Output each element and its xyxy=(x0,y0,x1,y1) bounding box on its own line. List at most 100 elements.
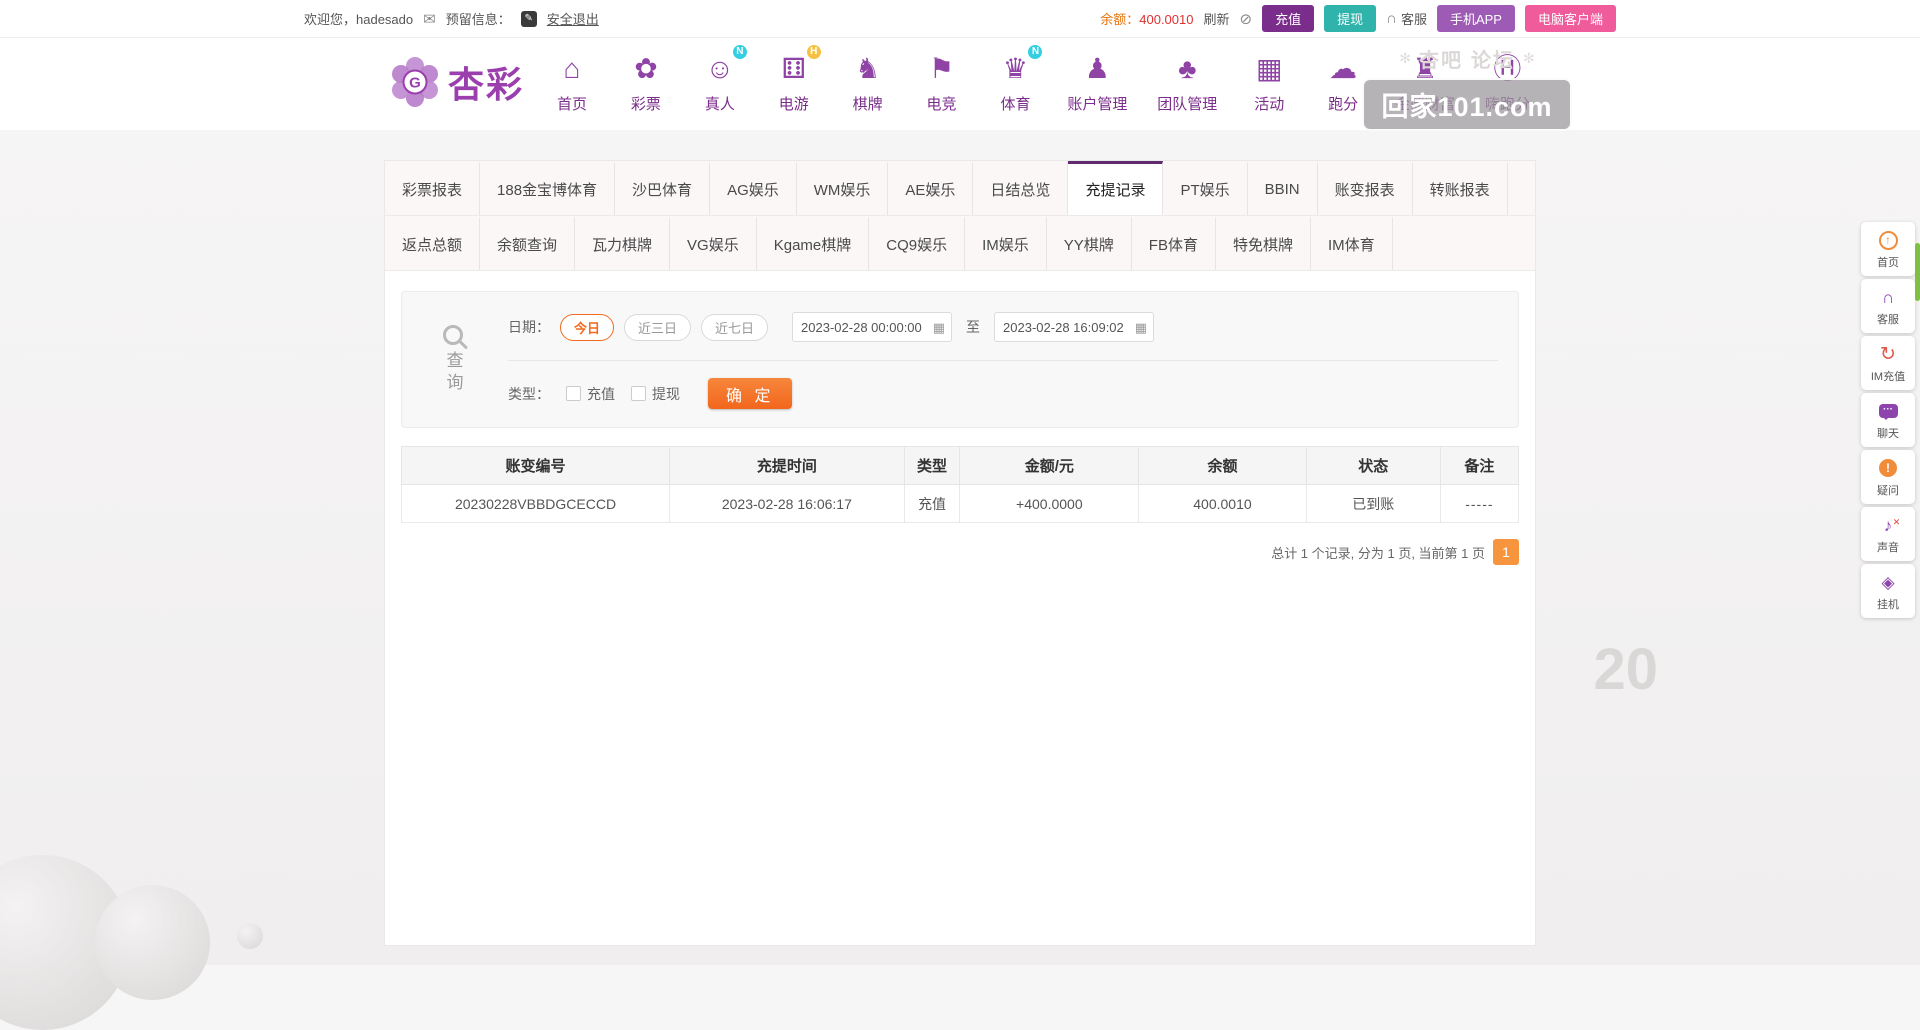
tab-balance-query[interactable]: 余额查询 xyxy=(480,216,575,270)
service-label: 客服 xyxy=(1401,9,1427,28)
tab-lottery-report[interactable]: 彩票报表 xyxy=(385,161,480,215)
mail-icon[interactable]: ✉ xyxy=(423,10,436,28)
home-icon: ⌂ xyxy=(553,50,591,88)
nav-item-paofen[interactable]: ☁ 跑分 xyxy=(1321,50,1365,114)
tab-kgame[interactable]: Kgame棋牌 xyxy=(757,216,870,270)
scrollbar-thumb[interactable] xyxy=(1915,243,1920,301)
floating-sidebar: ↑ 首页 ∩ 客服 ↻ IM充值 ··· 聊天 ! 疑问 ♪ 声音 ◈ 挂机 xyxy=(1861,222,1915,618)
tab-im-sports[interactable]: IM体育 xyxy=(1311,216,1393,270)
tab-yy-chess[interactable]: YY棋牌 xyxy=(1047,216,1132,270)
date-from-input[interactable]: 2023-02-28 00:00:00 ▦ xyxy=(792,312,952,342)
type-checkbox-withdraw[interactable]: 提现 xyxy=(631,384,680,404)
calendar-icon[interactable]: ▦ xyxy=(933,320,945,336)
pc-client-button[interactable]: 电脑客户端 xyxy=(1525,5,1616,32)
sidebar-item-sound[interactable]: ♪ 声音 xyxy=(1861,507,1915,561)
preset-last-7-days[interactable]: 近七日 xyxy=(701,314,768,341)
query-label-column: 查询 xyxy=(410,304,496,415)
cell-account-change-id: 20230228VBBDGCECCD xyxy=(402,485,670,523)
sidebar-item-idle[interactable]: ◈ 挂机 xyxy=(1861,564,1915,618)
cell-time: 2023-02-28 16:06:17 xyxy=(670,485,905,523)
withdraw-button[interactable]: 提现 xyxy=(1324,5,1376,32)
tab-im[interactable]: IM娱乐 xyxy=(965,216,1047,270)
tab-vg[interactable]: VG娱乐 xyxy=(670,216,757,270)
nav-item-team[interactable]: ♣ 团队管理 xyxy=(1157,50,1217,114)
sidebar-item-question[interactable]: ! 疑问 xyxy=(1861,450,1915,504)
badge-hot: H xyxy=(806,44,822,60)
col-time: 充提时间 xyxy=(670,447,905,485)
chess-cards-icon: ♞ xyxy=(849,50,887,88)
content-panel: 彩票报表 188金宝博体育 沙巴体育 AG娱乐 WM娱乐 AE娱乐 日结总览 充… xyxy=(384,160,1536,946)
refresh-link[interactable]: 刷新 xyxy=(1203,9,1229,28)
tab-saba-sports[interactable]: 沙巴体育 xyxy=(615,161,710,215)
mobile-app-button[interactable]: 手机APP xyxy=(1437,5,1515,32)
calendar-icon[interactable]: ▦ xyxy=(1135,320,1147,336)
tab-pt[interactable]: PT娱乐 xyxy=(1163,161,1247,215)
preset-today[interactable]: 今日 xyxy=(560,314,614,341)
decor-ball-medium xyxy=(95,885,210,1000)
sidebar-item-home[interactable]: ↑ 首页 xyxy=(1861,222,1915,276)
nav-item-egames[interactable]: ⚅H 电游 xyxy=(772,50,816,114)
tab-cq9[interactable]: CQ9娱乐 xyxy=(869,216,965,270)
nav-item-live[interactable]: ☺N 真人 xyxy=(698,50,742,114)
checkbox-deposit[interactable] xyxy=(566,386,581,401)
site-logo[interactable]: G 杏彩 xyxy=(390,56,524,108)
tab-fb-sports[interactable]: FB体育 xyxy=(1132,216,1216,270)
tab-transfer-report[interactable]: 转账报表 xyxy=(1413,161,1508,215)
pagination: 总计 1 个记录, 分为 1 页, 当前第 1 页 1 xyxy=(401,539,1519,565)
service-link[interactable]: ∩ 客服 xyxy=(1386,9,1427,28)
tab-wm[interactable]: WM娱乐 xyxy=(797,161,889,215)
headset-icon: ∩ xyxy=(1882,287,1894,307)
nav-item-sports[interactable]: ♛N 体育 xyxy=(993,50,1037,114)
decor-ball-small xyxy=(237,923,263,949)
confirm-button[interactable]: 确 定 xyxy=(708,378,792,409)
records-table: 账变编号 充提时间 类型 金额/元 余额 状态 备注 20230228VBBDG… xyxy=(401,446,1519,523)
nav-item-esports[interactable]: ⚑ 电竞 xyxy=(920,50,964,114)
tab-temian-chess[interactable]: 特免棋牌 xyxy=(1216,216,1311,270)
sidebar-item-chat[interactable]: ··· 聊天 xyxy=(1861,393,1915,447)
nav-item-activity[interactable]: ▦ 活动 xyxy=(1247,50,1291,114)
tab-wali-chess[interactable]: 瓦力棋牌 xyxy=(575,216,670,270)
paofen-icon: ☁ xyxy=(1324,50,1362,88)
badge-new: N xyxy=(1027,44,1043,60)
deposit-button[interactable]: 充值 xyxy=(1262,5,1314,32)
cell-type: 充值 xyxy=(904,485,960,523)
watermark-text-left: 杏吧 xyxy=(1419,44,1463,73)
tab-daily-summary[interactable]: 日结总览 xyxy=(973,161,1068,215)
nav-item-home[interactable]: ⌂ 首页 xyxy=(550,50,594,114)
eye-slash-icon[interactable]: ⊘ xyxy=(1240,10,1253,28)
tab-188-sports[interactable]: 188金宝博体育 xyxy=(480,161,615,215)
balance-label: 余额： xyxy=(1100,12,1139,27)
sidebar-item-service[interactable]: ∩ 客服 xyxy=(1861,279,1915,333)
nav-item-lottery[interactable]: ✿ 彩票 xyxy=(624,50,668,114)
cell-balance: 400.0010 xyxy=(1139,485,1307,523)
table-row: 20230228VBBDGCECCD 2023-02-28 16:06:17 充… xyxy=(402,485,1519,523)
recharge-cycle-icon: ↻ xyxy=(1880,344,1896,364)
checkbox-withdraw[interactable] xyxy=(631,386,646,401)
type-checkbox-deposit[interactable]: 充值 xyxy=(566,384,615,404)
preset-last-3-days[interactable]: 近三日 xyxy=(624,314,691,341)
tab-rebate-total[interactable]: 返点总额 xyxy=(385,216,480,270)
tab-ae[interactable]: AE娱乐 xyxy=(888,161,973,215)
team-icon: ♣ xyxy=(1168,50,1206,88)
tab-account-change-report[interactable]: 账变报表 xyxy=(1318,161,1413,215)
gem-icon: ◈ xyxy=(1881,572,1894,592)
logo-flower-icon: G xyxy=(390,57,440,107)
col-remark: 备注 xyxy=(1440,447,1518,485)
watermark-ornament-right: ✻ xyxy=(1523,50,1535,67)
tab-deposit-withdraw-record[interactable]: 充提记录 xyxy=(1068,161,1163,215)
tab-bbin[interactable]: BBIN xyxy=(1248,161,1318,215)
col-balance: 余额 xyxy=(1139,447,1307,485)
tab-ag[interactable]: AG娱乐 xyxy=(710,161,797,215)
page-button-1[interactable]: 1 xyxy=(1493,539,1519,565)
edit-icon[interactable]: ✎ xyxy=(521,11,537,27)
nav-item-chess[interactable]: ♞ 棋牌 xyxy=(846,50,890,114)
decor-faint-number: 20 xyxy=(1593,636,1658,703)
lottery-icon: ✿ xyxy=(627,50,665,88)
logout-link[interactable]: 安全退出 xyxy=(547,9,599,28)
date-to-label: 至 xyxy=(966,317,980,337)
search-icon xyxy=(443,325,463,345)
date-to-input[interactable]: 2023-02-28 16:09:02 ▦ xyxy=(994,312,1154,342)
sidebar-item-im-recharge[interactable]: ↻ IM充值 xyxy=(1861,336,1915,390)
topbar: 欢迎您，hadesado ✉ 预留信息： ✎ 安全退出 余额：400.0010 … xyxy=(0,0,1920,38)
nav-item-account[interactable]: ♟ 账户管理 xyxy=(1067,50,1127,114)
